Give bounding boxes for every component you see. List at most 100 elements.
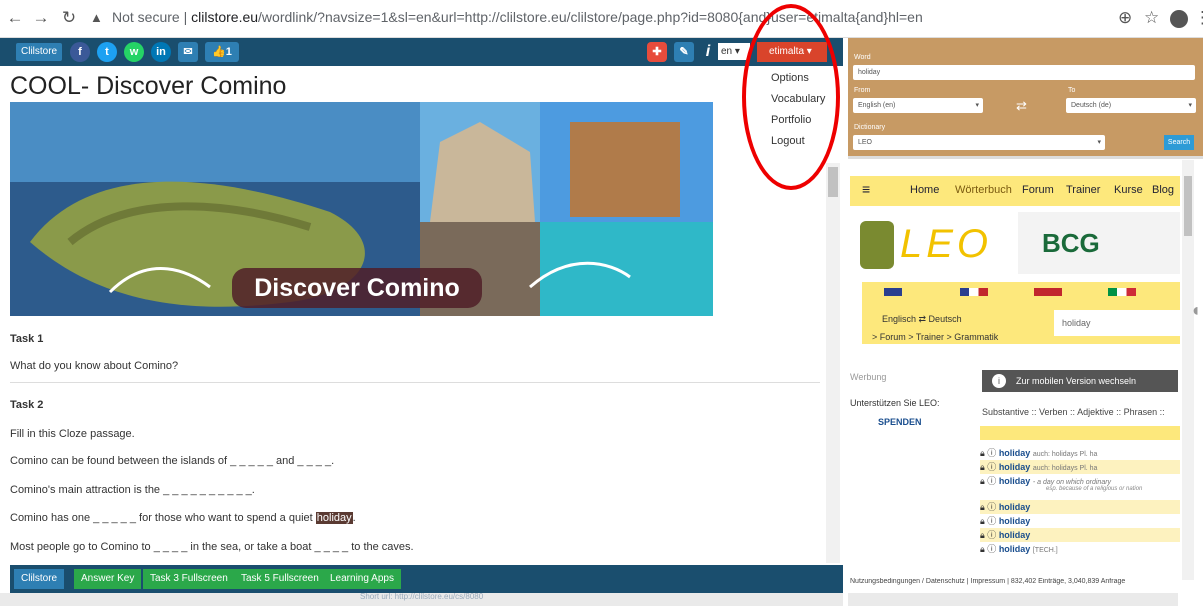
info-icon[interactable]: i <box>698 42 718 62</box>
email-icon[interactable]: ✉ <box>178 42 198 62</box>
lock-icon: 🔒︎ <box>980 530 985 540</box>
like-button[interactable]: 👍1 <box>205 42 239 62</box>
leo-nav-blog[interactable]: Blog <box>1152 184 1174 196</box>
search-button[interactable]: Search <box>1164 135 1194 150</box>
leo-logo[interactable]: LEO <box>860 216 1010 276</box>
lock-icon: 🔒︎ <box>980 448 985 458</box>
from-select[interactable]: English (en) ▾ <box>853 98 983 113</box>
short-url: Short url: http://clilstore.eu/cs/8080 <box>360 592 484 601</box>
cloze-line-4: Most people go to Comino to _ _ _ _ in t… <box>10 541 414 553</box>
whatsapp-icon[interactable]: w <box>124 42 144 62</box>
learning-apps-button[interactable]: Learning Apps <box>323 569 401 589</box>
leo-sublinks[interactable]: > Forum > Trainer > Grammatik <box>872 332 998 342</box>
dictionary-panel: Word holiday From English (en) ▾ ⇄ To Deu… <box>848 38 1203 156</box>
banner-title: Discover Comino <box>232 268 482 308</box>
to-select[interactable]: Deutsch (de) ▾ <box>1066 98 1196 113</box>
flag-es-de[interactable] <box>1034 288 1062 296</box>
result-word: holiday <box>998 544 1031 554</box>
side-handle-icon[interactable]: ◖ <box>1190 300 1201 321</box>
answer-key-button[interactable]: Answer Key <box>74 569 142 589</box>
result-word: holiday <box>998 476 1031 486</box>
leo-search-input[interactable]: holiday <box>1054 310 1180 336</box>
wordlink-icon[interactable]: ✚ <box>647 42 667 62</box>
warning-icon[interactable]: ▲ <box>90 10 103 25</box>
task5-fullscreen-button[interactable]: Task 5 Fullscreen <box>234 569 326 589</box>
flag-it-de[interactable] <box>1108 288 1136 296</box>
reload-icon[interactable]: ↻ <box>58 8 80 28</box>
result-row[interactable]: 🔒︎ ⓘ holiday [TECH.] <box>980 542 1180 556</box>
facebook-icon[interactable]: f <box>70 42 90 62</box>
page-title: COOL- Discover Comino <box>10 72 287 100</box>
to-value: Deutsch (de) <box>1071 102 1112 109</box>
language-select[interactable]: en ▾ <box>718 43 750 60</box>
leo-nav-home[interactable]: Home <box>910 184 939 196</box>
leo-nav-trainer[interactable]: Trainer <box>1066 184 1100 196</box>
menu-dots-icon[interactable]: ⋮ <box>1194 8 1203 28</box>
leo-footer: Nutzungsbedingungen / Datenschutz | Impr… <box>850 578 1126 585</box>
url-host: clilstore.eu <box>191 9 259 25</box>
task2-heading: Task 2 <box>10 399 44 411</box>
leo-lion-icon <box>860 221 894 269</box>
mobile-version-button[interactable]: i Zur mobilen Version wechseln <box>982 370 1178 392</box>
word-label: Word <box>854 54 871 61</box>
result-extra: auch: holidays Pl. ha <box>1032 465 1098 472</box>
category-tabs[interactable]: Substantive :: Verben :: Adjektive :: Ph… <box>982 407 1165 417</box>
leo-nav-woerterbuch[interactable]: Wörterbuch <box>955 184 1012 196</box>
results-header <box>980 426 1180 440</box>
info-circle-icon: i <box>992 374 1006 388</box>
selected-word[interactable]: holiday <box>315 512 353 524</box>
dictionary-label: Dictionary <box>854 124 886 131</box>
spenden-link[interactable]: SPENDEN <box>878 417 922 427</box>
swap-icon[interactable]: ⇄ <box>1016 98 1027 114</box>
security-label: Not secure <box>112 9 180 25</box>
edit-icon[interactable]: ✎ <box>674 42 694 62</box>
clilstore-button[interactable]: Clilstore <box>14 569 65 589</box>
bottom-button-bar: Clilstore Answer Key Task 3 Fullscreen T… <box>10 565 843 593</box>
hamburger-icon[interactable]: ≡ <box>862 181 870 197</box>
result-row[interactable]: 🔒︎ ⓘ holiday auch: holidays Pl. ha <box>980 446 1180 460</box>
leo-language-box: Englisch ⇄ Deutsch > Forum > Trainer > G… <box>862 282 1180 344</box>
advertisement[interactable]: BCG <box>1018 212 1180 274</box>
flag-en-de[interactable] <box>884 288 902 296</box>
right-hscrollbar[interactable] <box>848 593 1178 606</box>
mobile-version-text: Zur mobilen Version wechseln <box>1016 376 1137 386</box>
lang-pair[interactable]: Englisch ⇄ Deutsch <box>882 314 962 325</box>
result-row[interactable]: 🔒︎ ⓘ holiday <box>980 528 1180 542</box>
left-scrollbar[interactable] <box>826 163 840 563</box>
zoom-icon[interactable]: ⊕ <box>1118 8 1132 28</box>
result-word: holiday <box>998 462 1031 472</box>
twitter-icon[interactable]: t <box>97 42 117 62</box>
lock-icon: 🔒︎ <box>980 502 985 512</box>
browser-toolbar: ← → ↻ ▲ Not secure | clilstore.eu/wordli… <box>0 0 1203 38</box>
right-scrollbar-thumb[interactable] <box>1184 176 1192 236</box>
clilstore-home-button[interactable]: Clilstore <box>16 43 63 61</box>
forward-icon[interactable]: → <box>30 8 52 28</box>
lock-icon: 🔒︎ <box>980 516 985 526</box>
task3-fullscreen-button[interactable]: Task 3 Fullscreen <box>143 569 235 589</box>
left-scrollbar-thumb[interactable] <box>828 167 838 197</box>
url-path: /wordlink/?navsize=1&sl=en&url=http://cl… <box>258 9 923 25</box>
task1-question: What do you know about Comino? <box>10 360 179 372</box>
result-row[interactable]: 🔒︎ ⓘ holiday auch: holidays Pl. ha <box>980 460 1180 474</box>
result-word: holiday <box>998 448 1031 458</box>
flag-fr-de[interactable] <box>960 288 988 296</box>
leo-nav-forum[interactable]: Forum <box>1022 184 1054 196</box>
cloze-line-3: Comino has one _ _ _ _ _ for those who w… <box>10 512 356 524</box>
word-input[interactable]: holiday <box>853 65 1195 80</box>
result-row[interactable]: 🔒︎ ⓘ holiday <box>980 500 1180 514</box>
cloze-line-3-text: Comino has one _ _ _ _ _ for those who w… <box>10 512 316 524</box>
lock-icon: 🔒︎ <box>980 462 985 472</box>
leo-nav-kurse[interactable]: Kurse <box>1114 184 1143 196</box>
result-word: holiday <box>998 530 1031 540</box>
result-note: esp. because of a religious or nation <box>1046 486 1143 492</box>
leo-nav: ≡ Home Wörterbuch Forum Trainer Kurse Bl… <box>850 176 1180 206</box>
dictionary-select[interactable]: LEO ▾ <box>853 135 1105 150</box>
profile-icon[interactable] <box>1170 10 1188 28</box>
back-icon[interactable]: ← <box>4 8 26 28</box>
from-value: English (en) <box>858 102 896 109</box>
linkedin-icon[interactable]: in <box>151 42 171 62</box>
result-extra: auch: holidays Pl. ha <box>1032 451 1098 458</box>
result-row[interactable]: 🔒︎ ⓘ holiday <box>980 514 1180 528</box>
lock-icon: 🔒︎ <box>980 476 985 486</box>
star-icon[interactable]: ☆ <box>1144 8 1159 28</box>
